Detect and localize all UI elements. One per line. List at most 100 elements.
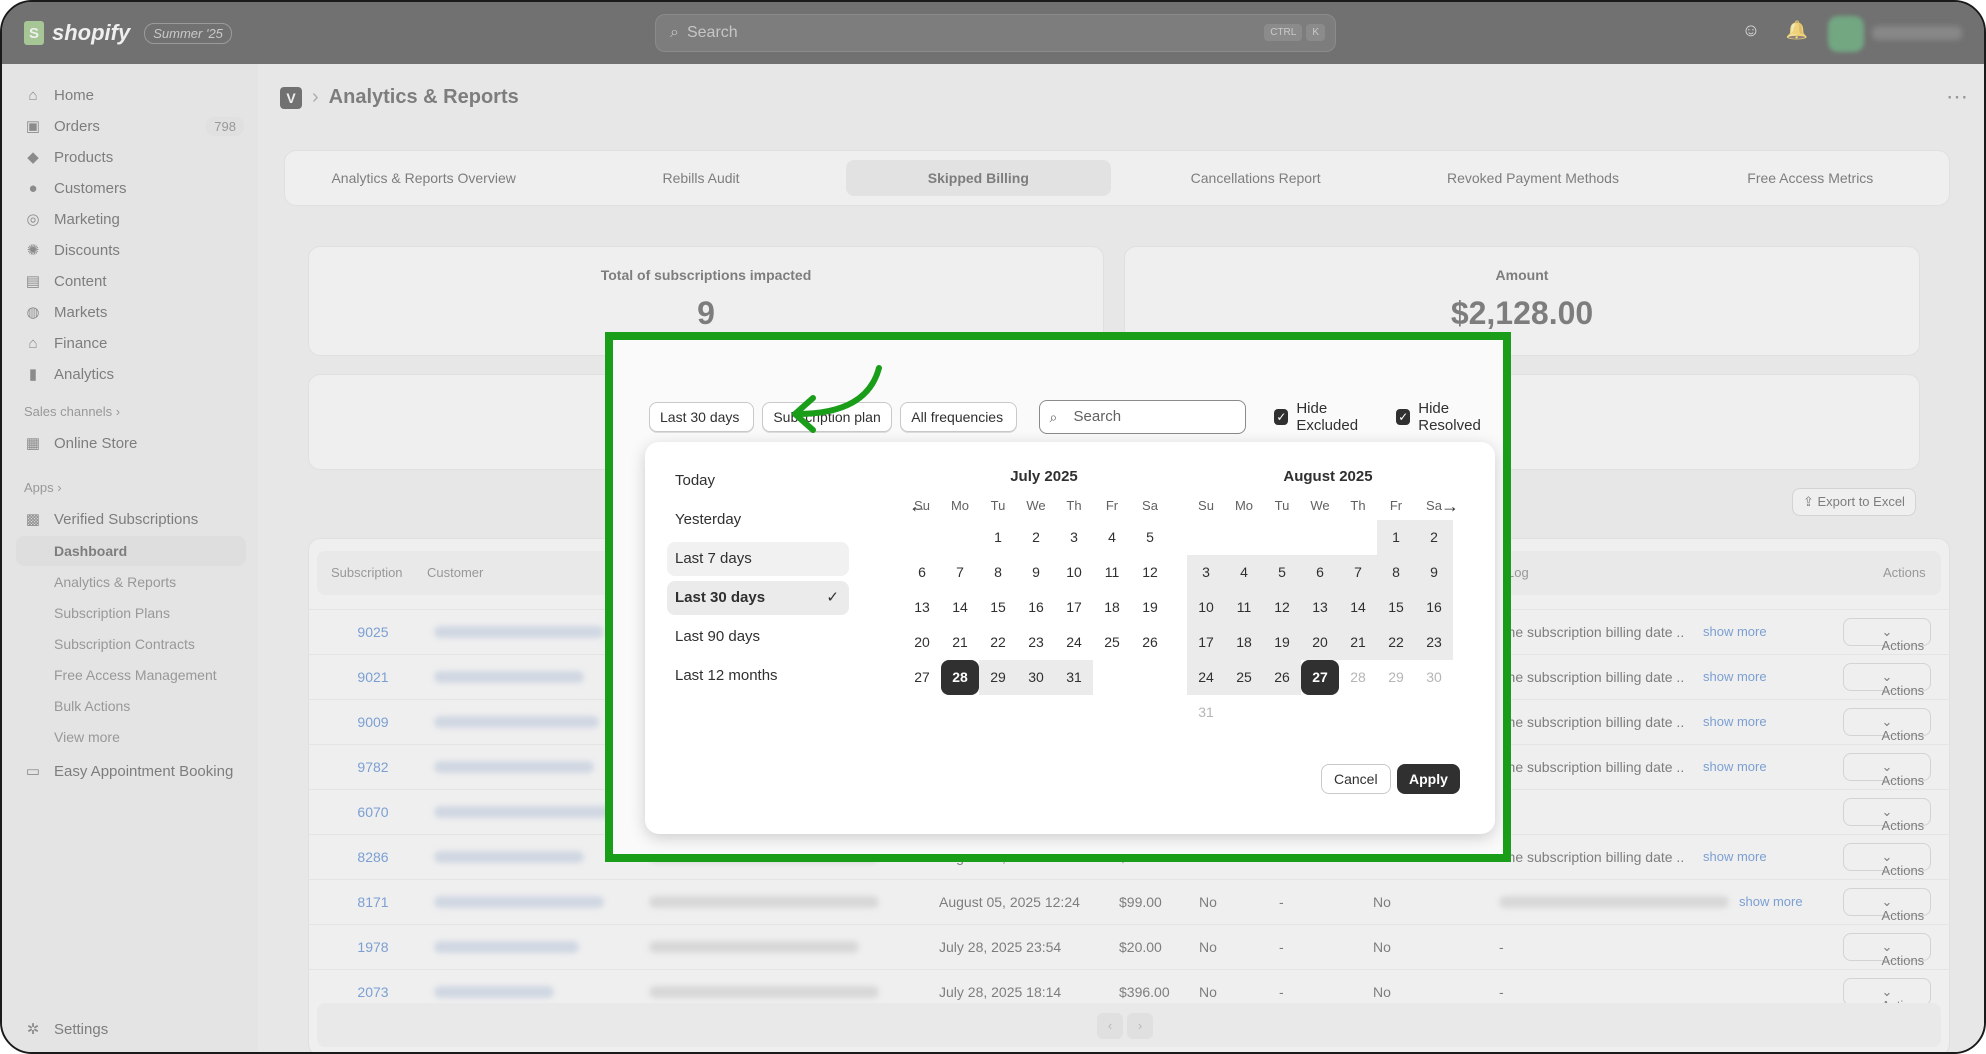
calendar-day[interactable]: 7 (941, 555, 979, 590)
calendar-day[interactable]: 11 (1225, 590, 1263, 625)
calendar-day[interactable]: 28 (1339, 660, 1377, 695)
calendar-day[interactable]: 15 (979, 590, 1017, 625)
calendar-day[interactable]: 20 (1301, 625, 1339, 660)
calendar-day[interactable]: 3 (1187, 555, 1225, 590)
calendar-day[interactable]: 21 (1339, 625, 1377, 660)
calendar-day[interactable]: 13 (903, 590, 941, 625)
calendar-day[interactable]: 10 (1187, 590, 1225, 625)
weekday-label: Th (1066, 497, 1082, 513)
calendar-day[interactable]: 1 (1377, 520, 1415, 555)
date-range-dropdown[interactable]: Last 30 days ⌄ (649, 402, 755, 453)
calendar-august: August 2025 Su Mo Tu We Th Fr Sa 1 2 3 4 5 6 7 8 9 10 11… (1187, 468, 1469, 730)
calendar-day[interactable]: 25 (1225, 660, 1263, 695)
weekday-label: Fr (1105, 497, 1119, 513)
apply-button[interactable]: Apply (1397, 764, 1460, 794)
checkmark-icon: ✓ (1396, 409, 1411, 425)
calendar-day[interactable]: 16 (1017, 590, 1055, 625)
calendar-day[interactable]: 23 (1415, 625, 1453, 660)
weekday-label: Sa (1426, 497, 1442, 513)
annotation-arrow (792, 365, 882, 433)
preset-last-30-days[interactable]: Last 30 days ✓ (667, 581, 849, 615)
calendar-day[interactable]: 2 (1017, 520, 1055, 555)
calendar-day[interactable]: 8 (1377, 555, 1415, 590)
weekday-label: Tu (1274, 497, 1290, 513)
checkmark-icon: ✓ (1274, 409, 1289, 425)
frequency-dropdown[interactable]: All frequencies ⌄ (900, 402, 1017, 453)
calendar-day[interactable]: 6 (903, 555, 941, 590)
empty-day (941, 520, 979, 555)
calendar-day[interactable]: 29 (1377, 660, 1415, 695)
calendar-day[interactable]: 26 (1263, 660, 1301, 695)
preset-last-7-days[interactable]: Last 7 days (667, 542, 849, 576)
weekday-label: Mo (1234, 497, 1254, 513)
calendar-day[interactable]: 26 (1131, 625, 1169, 660)
calendar-day[interactable]: 5 (1131, 520, 1169, 555)
calendar-day[interactable]: 3 (1055, 520, 1093, 555)
preset-yesterday[interactable]: Yesterday (667, 503, 849, 537)
preset-today[interactable]: Today (667, 464, 849, 498)
calendar-day[interactable]: 5 (1263, 555, 1301, 590)
calendar-day[interactable]: 14 (1339, 590, 1377, 625)
calendar-day[interactable]: 18 (1093, 590, 1131, 625)
calendar-day[interactable]: 8 (979, 555, 1017, 590)
calendar-day[interactable]: 24 (1187, 660, 1225, 695)
preset-last-12-months[interactable]: Last 12 months (667, 659, 849, 693)
calendar-day[interactable]: 16 (1415, 590, 1453, 625)
calendar-day[interactable]: 17 (1187, 625, 1225, 660)
calendar-day[interactable]: 30 (1415, 660, 1453, 695)
calendar-day[interactable]: 31 (1055, 660, 1093, 695)
calendar-day[interactable]: 9 (1017, 555, 1055, 590)
hide-excluded-checkbox[interactable]: ✓ Hide Excluded (1274, 400, 1380, 434)
calendar-day[interactable]: 31 (1187, 695, 1225, 730)
calendar-day[interactable]: 9 (1415, 555, 1453, 590)
calendar-day[interactable]: 17 (1055, 590, 1093, 625)
calendar-day[interactable]: 1 (979, 520, 1017, 555)
calendar-day[interactable]: 24 (1055, 625, 1093, 660)
month-title: July 2025 (1010, 468, 1078, 485)
calendar-day[interactable]: 11 (1093, 555, 1131, 590)
checkmark-icon: ✓ (826, 589, 839, 606)
calendar-day[interactable]: 20 (903, 625, 941, 660)
checkbox-label: Hide Excluded (1296, 400, 1359, 434)
calendar-day[interactable]: 27 (903, 660, 941, 695)
calendar-day[interactable]: 2 (1415, 520, 1453, 555)
calendar-day[interactable]: 22 (1377, 625, 1415, 660)
cancel-button[interactable]: Cancel (1321, 764, 1391, 794)
search-placeholder: Search (1073, 408, 1122, 425)
hide-resolved-checkbox[interactable]: ✓ Hide Resolved (1396, 400, 1503, 434)
weekday-label: Su (914, 497, 930, 513)
filter-search-input[interactable]: ⌕ Search (1038, 400, 1247, 434)
empty-day (1187, 520, 1225, 555)
empty-day (1339, 520, 1377, 555)
weekday-row: Su Mo Tu We Th Fr Sa (1187, 490, 1469, 520)
calendar-day[interactable]: 18 (1225, 625, 1263, 660)
calendar-day[interactable]: 22 (979, 625, 1017, 660)
date-range-label: Last 30 days (660, 409, 740, 425)
calendar-day[interactable]: 27 (1301, 660, 1339, 695)
calendar-day[interactable]: 14 (941, 590, 979, 625)
empty-day (1301, 520, 1339, 555)
preset-last-90-days[interactable]: Last 90 days (667, 620, 849, 654)
calendar-day[interactable]: 21 (941, 625, 979, 660)
date-picker-popover: Today Yesterday Last 7 days Last 30 days… (645, 442, 1495, 834)
app-window: S shopify Summer '25 ⌕ Search CTRL K ☺ 🔔… (0, 0, 1986, 1054)
calendar-day[interactable]: 19 (1131, 590, 1169, 625)
calendar-day[interactable]: 13 (1301, 590, 1339, 625)
calendar-day[interactable]: 12 (1263, 590, 1301, 625)
calendar-day[interactable]: 28 (941, 660, 979, 695)
calendar-day[interactable]: 29 (979, 660, 1017, 695)
empty-day (903, 520, 941, 555)
calendar-day[interactable]: 23 (1017, 625, 1055, 660)
calendar-day[interactable]: 7 (1339, 555, 1377, 590)
calendar-day[interactable]: 19 (1263, 625, 1301, 660)
checkbox-label: Hide Resolved (1418, 400, 1481, 434)
calendar-day[interactable]: 25 (1093, 625, 1131, 660)
calendar-day[interactable]: 15 (1377, 590, 1415, 625)
calendar-day[interactable]: 4 (1225, 555, 1263, 590)
calendar-day[interactable]: 10 (1055, 555, 1093, 590)
calendar-day[interactable]: 30 (1017, 660, 1055, 695)
calendar-day[interactable]: 12 (1131, 555, 1169, 590)
weekday-label: Tu (990, 497, 1006, 513)
calendar-day[interactable]: 4 (1093, 520, 1131, 555)
calendar-day[interactable]: 6 (1301, 555, 1339, 590)
